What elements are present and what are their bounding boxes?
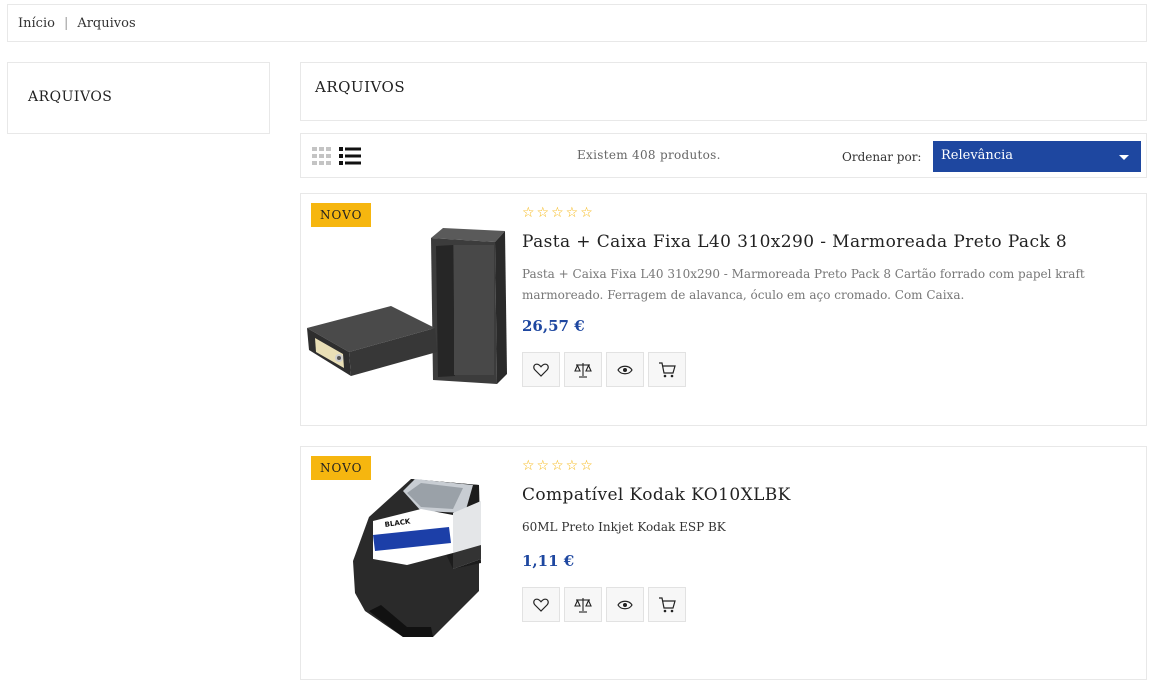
- breadcrumb-separator: |: [63, 15, 69, 31]
- add-to-cart-button[interactable]: [648, 587, 686, 622]
- rating-stars: ☆☆☆☆☆: [522, 205, 595, 221]
- sort-select[interactable]: Relevância: [933, 141, 1141, 172]
- list-view-icon[interactable]: [339, 147, 362, 165]
- compare-button[interactable]: [564, 587, 602, 622]
- product-image[interactable]: BLACK: [303, 451, 513, 671]
- product-card: NOVO ☆☆☆☆☆ Pasta + Caixa Fixa L40 310x29…: [300, 193, 1147, 426]
- category-header: ARQUIVOS: [300, 62, 1147, 121]
- product-title[interactable]: Compatível Kodak KO10XLBK: [522, 485, 791, 505]
- page-title: ARQUIVOS: [315, 78, 406, 96]
- heart-icon: [533, 363, 549, 377]
- product-price: 26,57 €: [522, 317, 585, 335]
- new-badge: NOVO: [311, 203, 372, 227]
- new-badge: NOVO: [311, 456, 372, 480]
- cart-icon: [659, 596, 676, 612]
- product-description: Pasta + Caixa Fixa L40 310x290 - Marmore…: [522, 267, 1085, 302]
- product-toolbar: Existem 408 produtos. Ordenar por: Relev…: [300, 133, 1147, 178]
- compare-button[interactable]: [564, 352, 602, 387]
- eye-icon: [617, 600, 633, 609]
- sort-selected-value: Relevância: [941, 148, 1013, 163]
- add-to-cart-button[interactable]: [648, 352, 686, 387]
- wishlist-button[interactable]: [522, 587, 560, 622]
- breadcrumb: Início | Arquivos: [7, 4, 1147, 42]
- chevron-down-icon: [1119, 155, 1129, 160]
- compare-icon: [574, 362, 592, 378]
- sidebar-category-title[interactable]: ARQUIVOS: [28, 89, 112, 105]
- sort-label: Ordenar por:: [842, 150, 922, 164]
- product-count: Existem 408 produtos.: [577, 148, 721, 162]
- rating-stars: ☆☆☆☆☆: [522, 458, 595, 474]
- breadcrumb-home-link[interactable]: Início: [18, 16, 55, 31]
- cart-icon: [659, 361, 676, 377]
- product-actions: [522, 587, 686, 622]
- wishlist-button[interactable]: [522, 352, 560, 387]
- product-description: 60ML Preto Inkjet Kodak ESP BK: [522, 520, 726, 534]
- product-actions: [522, 352, 686, 387]
- eye-icon: [617, 365, 633, 374]
- heart-icon: [533, 598, 549, 612]
- sidebar-category-block: ARQUIVOS: [7, 62, 270, 134]
- quick-view-button[interactable]: [606, 352, 644, 387]
- grid-view-icon[interactable]: [312, 147, 332, 165]
- breadcrumb-current: Arquivos: [77, 15, 136, 31]
- product-image[interactable]: [303, 198, 513, 418]
- product-price: 1,11 €: [522, 552, 575, 570]
- compare-icon: [574, 597, 592, 613]
- product-card: NOVO BLACK ☆☆☆☆☆ Compatível Kodak KO10XL…: [300, 446, 1147, 680]
- quick-view-button[interactable]: [606, 587, 644, 622]
- product-title[interactable]: Pasta + Caixa Fixa L40 310x290 - Marmore…: [522, 232, 1067, 252]
